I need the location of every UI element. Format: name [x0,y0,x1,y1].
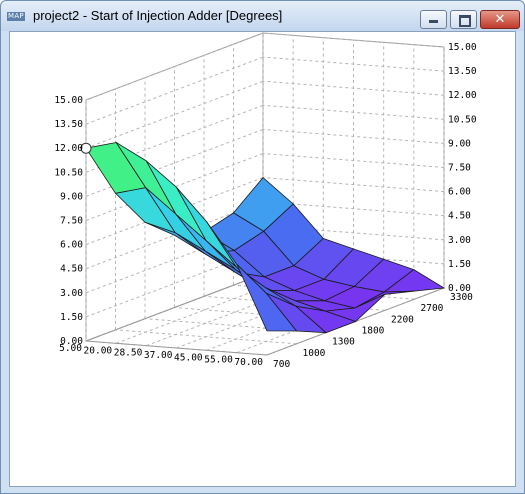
load-tick-label: 28.50 [114,348,143,359]
z-tick-label-left: 13.50 [54,119,83,130]
title-bar[interactable]: MAP project2 - Start of Injection Adder … [1,1,524,31]
z-tick-label-left: 15.00 [54,95,83,106]
z-tick-label-left: 9.00 [60,191,83,202]
load-tick-label: 20.00 [84,345,113,356]
application-window: MAP project2 - Start of Injection Adder … [0,0,525,494]
z-tick-label-left: 10.50 [54,167,83,178]
maximize-icon [459,15,471,27]
z-tick-label-right: 1.50 [448,259,471,270]
z-tick-label-right: 6.00 [448,187,471,198]
minimize-icon [429,20,438,23]
map-app-icon: MAP [7,12,25,21]
z-tick-label-left: 12.00 [54,143,83,154]
chart-area[interactable]: 0.00 0.00 1.50 1.50 3.00 3.00 4.50 4.50 6.00 6.00… [9,31,516,487]
z-tick-label-right: 9.00 [448,138,471,149]
load-tick-label: 70.00 [234,357,263,368]
rpm-tick-label: 1000 [303,348,326,359]
z-tick-label-left: 4.50 [60,264,83,275]
window-title: project2 - Start of Injection Adder [Deg… [33,8,283,23]
minimize-button[interactable] [420,10,447,29]
z-tick-label-left: 6.00 [60,240,83,251]
z-tick-label-right: 4.50 [448,211,471,222]
z-tick-label-right: 10.50 [448,114,477,125]
rpm-tick-label: 1300 [332,337,355,348]
z-tick-label-right: 3.00 [448,235,471,246]
rpm-tick-label: 2200 [391,314,414,325]
close-icon: ✕ [494,12,506,27]
load-tick-label: 55.00 [204,355,233,366]
rpm-tick-label: 1800 [362,326,385,337]
rpm-tick-label: 700 [273,359,290,370]
load-tick-label: 37.00 [144,350,173,361]
z-tick-label-right: 15.00 [448,42,477,53]
rpm-tick-label: 2700 [421,303,444,314]
load-tick-label: 5.00 [59,343,82,354]
maximize-button[interactable] [450,10,477,29]
z-tick-label-left: 1.50 [60,312,83,323]
close-button[interactable]: ✕ [480,10,520,29]
surface-chart[interactable]: 0.000.001.501.503.003.004.504.506.006.00… [10,32,515,486]
z-tick-label-right: 13.50 [448,66,477,77]
z-tick-label-left: 7.50 [60,216,83,227]
load-tick-label: 45.00 [174,352,203,363]
z-tick-label-left: 3.00 [60,288,83,299]
z-tick-label-right: 12.00 [448,90,477,101]
z-tick-label-right: 7.50 [448,163,471,174]
rpm-tick-label: 3300 [450,292,473,303]
